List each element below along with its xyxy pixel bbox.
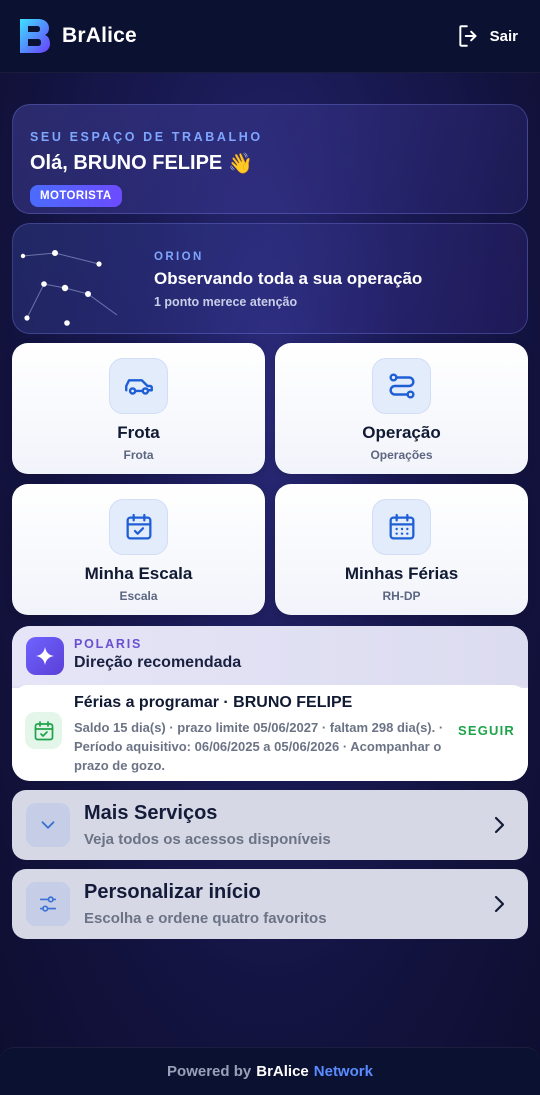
tile-title: Minhas Férias [344, 564, 459, 583]
wave-emoji: 👋 [228, 153, 254, 175]
footer-network: Network [313, 1063, 373, 1080]
tile-subtitle: Frota [123, 448, 154, 462]
tile-subtitle: Operações [370, 448, 433, 462]
sliders-icon [39, 896, 57, 912]
tile-icon-box [372, 358, 431, 414]
customize-subtitle: Escolha e ordene quatro favoritos [84, 910, 327, 927]
tile-icon-box [372, 499, 431, 555]
bralice-logo-icon [20, 19, 50, 53]
row-icon-box [26, 882, 70, 926]
tile-minhas-ferias[interactable]: Minhas Férias RH-DP [275, 484, 528, 615]
chevron-right-icon [494, 816, 505, 834]
rec-icon-box [25, 712, 62, 749]
calendar-grid-icon [389, 513, 414, 540]
orion-eyebrow: ORION [154, 251, 204, 263]
top-bar: BrAlice Sair [0, 0, 540, 73]
tile-operacao[interactable]: Operação Operações [275, 343, 528, 474]
tile-icon-box [109, 358, 168, 414]
tile-minha-escala[interactable]: Minha Escala Escala [12, 484, 265, 615]
tile-frota[interactable]: Frota Frota [12, 343, 265, 474]
route-icon [388, 373, 415, 399]
orion-text: ORION Observando toda a sua operação 1 p… [154, 251, 422, 309]
brand: BrAlice [18, 17, 137, 55]
chevron-down-icon [41, 821, 55, 829]
polaris-title: Direção recomendada [74, 654, 242, 671]
tile-subtitle: RH-DP [382, 589, 421, 603]
logout-label: Sair [489, 27, 518, 45]
footer-powered: Powered by [167, 1063, 252, 1080]
greeting: Olá, BRUNO FELIPE 👋 [30, 151, 509, 176]
tile-title: Operação [362, 423, 441, 442]
more-services-button[interactable]: Mais Serviços Veja todos os acessos disp… [12, 790, 528, 860]
logout-button[interactable]: Sair [456, 23, 518, 49]
rec-detail: Saldo 15 dia(s) · prazo limite 05/06/202… [74, 720, 444, 773]
car-icon [124, 379, 153, 395]
greeting-text: Olá, BRUNO FELIPE [30, 152, 223, 174]
customize-home-button[interactable]: Personalizar início Escolha e ordene qua… [12, 869, 528, 939]
tile-subtitle: Escala [119, 589, 158, 603]
calendar-check-icon [34, 720, 53, 740]
tile-title: Minha Escala [84, 564, 193, 583]
workspace-eyebrow: SEU ESPAÇO DE TRABALHO [30, 130, 263, 144]
follow-button[interactable]: SEGUIR [458, 723, 515, 738]
sparkle-icon [35, 646, 55, 666]
polaris-card: POLARIS Direção recomendada Férias a pro… [12, 626, 528, 781]
row-icon-box [26, 803, 70, 847]
calendar-check-icon [126, 513, 151, 540]
orion-subtitle: 1 ponto merece atenção [154, 295, 298, 309]
footer: Powered by BrAlice Network [0, 1047, 540, 1095]
more-services-subtitle: Veja todos os acessos disponíveis [84, 831, 331, 848]
orion-card[interactable]: ORION Observando toda a sua operação 1 p… [12, 223, 528, 334]
constellation-icon [20, 250, 118, 326]
recommendation-item: Férias a programar · BRUNO FELIPE Saldo … [12, 685, 528, 781]
logout-icon [458, 25, 477, 47]
orion-title: Observando toda a sua operação [154, 269, 423, 288]
rec-title: Férias a programar · BRUNO FELIPE [74, 694, 353, 711]
workspace-card: SEU ESPAÇO DE TRABALHO Olá, BRUNO FELIPE… [12, 104, 528, 214]
polaris-badge [26, 637, 64, 675]
customize-title: Personalizar início [84, 881, 261, 903]
app-name: BrAlice [62, 24, 137, 47]
polaris-eyebrow: POLARIS [74, 637, 143, 651]
more-services-title: Mais Serviços [84, 802, 218, 824]
footer-brand: BrAlice [256, 1063, 309, 1080]
chevron-right-icon [494, 895, 505, 913]
tile-icon-box [109, 499, 168, 555]
tile-title: Frota [117, 423, 160, 442]
role-badge: MOTORISTA [30, 185, 122, 207]
